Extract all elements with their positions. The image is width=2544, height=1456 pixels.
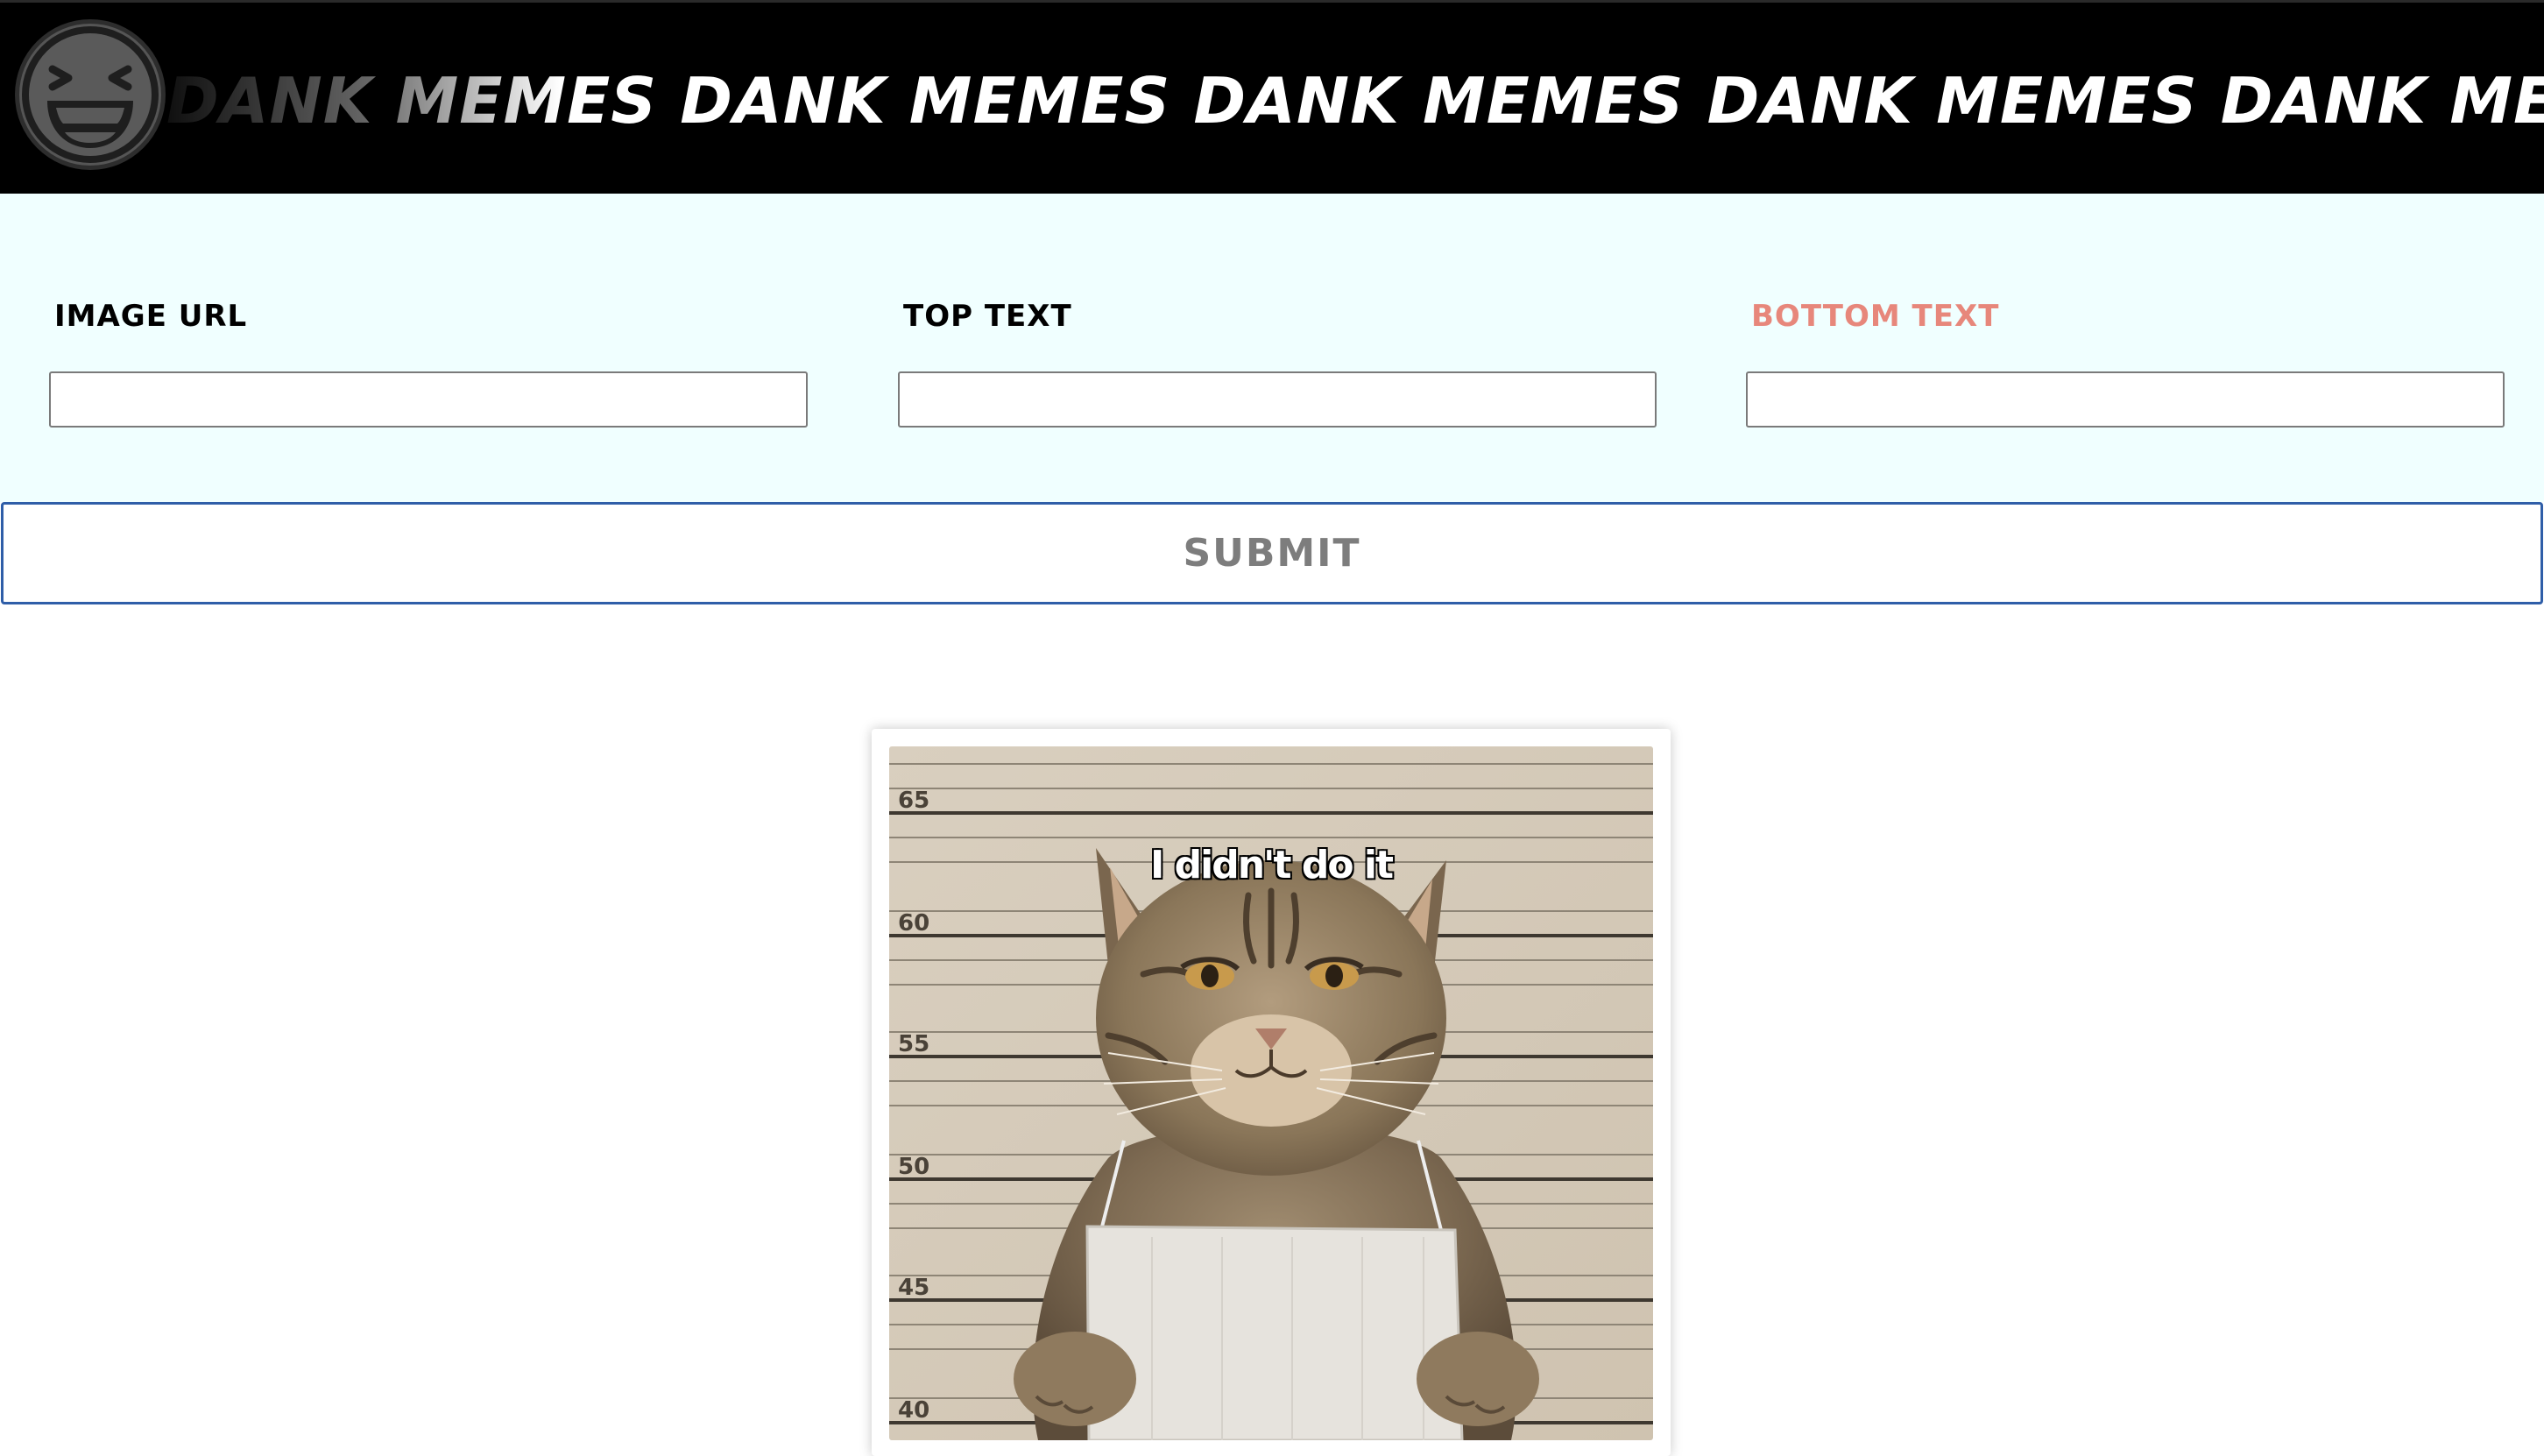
height-mark: 40 — [898, 1397, 929, 1424]
image-url-label: IMAGE URL — [54, 299, 248, 334]
height-mark: 60 — [898, 910, 929, 937]
height-mark: 50 — [898, 1154, 929, 1180]
bottom-text-input[interactable] — [1746, 371, 2505, 428]
header-banner: DANK MEMES DANK MEMES DANK MEMES DANK ME… — [0, 0, 2544, 194]
marquee-text: DANK MEMES DANK MEMES DANK MEMES DANK ME… — [166, 64, 2544, 138]
height-mark: 45 — [898, 1275, 929, 1301]
meme-image: 65 60 55 50 45 40 I didn't do it — [889, 746, 1653, 1440]
top-text-label: TOP TEXT — [903, 299, 1072, 334]
image-url-input[interactable] — [49, 371, 808, 428]
top-text-input[interactable] — [898, 371, 1657, 428]
submit-button[interactable]: SUBMIT — [1, 502, 2543, 604]
height-mark: 65 — [898, 788, 929, 814]
meme-top-text: I didn't do it — [1149, 842, 1395, 888]
meme-form: IMAGE URL TOP TEXT BOTTOM TEXT — [0, 194, 2544, 502]
laughing-face-icon[interactable] — [19, 24, 161, 166]
bottom-text-label: BOTTOM TEXT — [1751, 299, 2000, 334]
meme-card: 65 60 55 50 45 40 I didn't do it — [872, 729, 1671, 1456]
height-mark: 55 — [898, 1031, 929, 1057]
